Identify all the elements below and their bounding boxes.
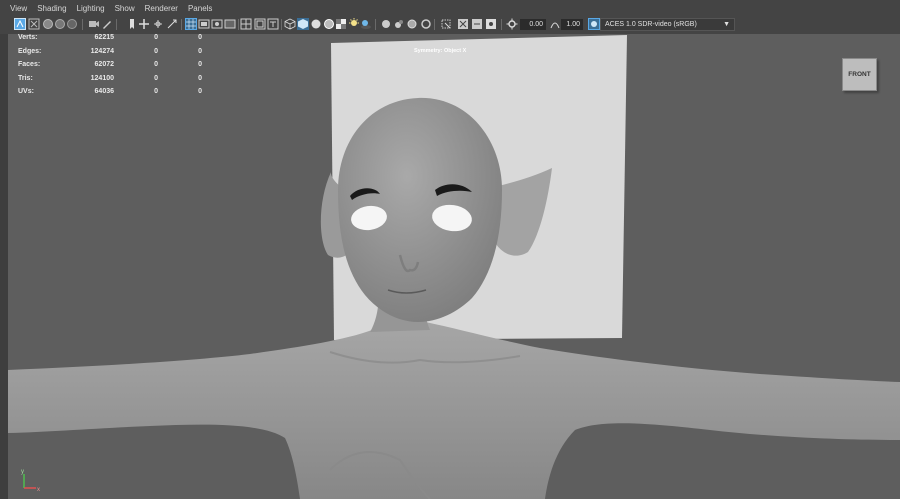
gate-mask-icon[interactable] xyxy=(224,18,236,30)
body-mesh[interactable] xyxy=(8,322,900,499)
wireframe-icon[interactable] xyxy=(284,18,296,30)
2d-pan-zoom-icon[interactable] xyxy=(88,18,100,30)
xray-joints-icon[interactable] xyxy=(471,18,483,30)
viewport-toolbar: 0.00 1.00 ACES 1.0 SDR-video (sRGB) ▼ xyxy=(0,16,900,35)
exposure-icon[interactable] xyxy=(506,18,518,30)
bookmark-icon[interactable] xyxy=(126,18,138,30)
menu-lighting[interactable]: Lighting xyxy=(77,4,105,13)
shadows-icon[interactable] xyxy=(360,18,372,30)
resolution-gate-icon[interactable] xyxy=(211,18,223,30)
textured-icon[interactable] xyxy=(335,18,347,30)
wireframe-on-shaded-icon[interactable] xyxy=(323,18,335,30)
stat-row-verts: Verts: 62215 0 0 xyxy=(18,34,202,41)
stat-row-edges: Edges: 124274 0 0 xyxy=(18,47,202,55)
viewport-menubar: View Shading Lighting Show Renderer Pane… xyxy=(0,0,900,16)
depth-of-field-icon[interactable] xyxy=(420,18,432,30)
image-plane-icon[interactable] xyxy=(66,18,78,30)
smooth-shade-icon[interactable] xyxy=(297,18,309,30)
select-camera-icon[interactable] xyxy=(14,18,26,30)
xray-components-icon[interactable] xyxy=(485,18,497,30)
motion-blur-icon[interactable] xyxy=(393,18,405,30)
stat-row-faces: Faces: 62072 0 0 xyxy=(18,61,202,68)
film-gate-icon[interactable] xyxy=(198,18,210,30)
chevron-down-icon: ▼ xyxy=(723,21,730,28)
lighting-icon[interactable] xyxy=(348,18,360,30)
grid-toggle-icon[interactable] xyxy=(185,18,197,30)
stat-row-tris: Tris: 124100 0 0 xyxy=(18,74,202,82)
screen-space-ao-icon[interactable] xyxy=(380,18,392,30)
menu-panels[interactable]: Panels xyxy=(188,4,212,13)
color-space-dropdown[interactable]: ACES 1.0 SDR-video (sRGB) ▼ xyxy=(600,18,735,31)
poly-count-hud: Verts: 62215 0 0 Edges: 124274 0 0 Faces: 62072… xyxy=(18,34,202,102)
stat-row-uvs: UVs: 64036 0 0 xyxy=(18,88,202,95)
xray-icon[interactable] xyxy=(457,18,469,30)
camera-tumble-icon[interactable] xyxy=(166,18,178,30)
gamma-field[interactable]: 1.00 xyxy=(561,19,583,30)
grease-pencil-icon[interactable] xyxy=(101,18,113,30)
bookmarks-icon[interactable] xyxy=(54,18,66,30)
axis-x-label: x xyxy=(37,487,40,493)
panel-border xyxy=(0,34,8,499)
isolate-select-icon[interactable] xyxy=(440,18,452,30)
gamma-icon[interactable] xyxy=(549,18,561,30)
view-cube[interactable]: FRONT xyxy=(842,58,877,91)
lock-camera-icon[interactable] xyxy=(28,18,40,30)
axis-gizmo-icon: y x xyxy=(21,469,40,493)
symmetry-label: Symmetry: Object X xyxy=(414,48,467,54)
menu-show[interactable]: Show xyxy=(115,4,135,13)
menu-renderer[interactable]: Renderer xyxy=(145,4,178,13)
camera-track-icon[interactable] xyxy=(152,18,164,30)
view-transform-icon[interactable] xyxy=(588,18,600,30)
scene-render xyxy=(8,35,900,499)
default-material-icon[interactable] xyxy=(310,18,322,30)
safe-title-icon[interactable] xyxy=(267,18,279,30)
field-chart-icon[interactable] xyxy=(240,18,252,30)
camera-move-icon[interactable] xyxy=(138,18,150,30)
anti-aliasing-icon[interactable] xyxy=(406,18,418,30)
menu-view[interactable]: View xyxy=(10,4,27,13)
viewport-3d[interactable]: y x xyxy=(8,34,900,499)
axis-y-label: y xyxy=(21,469,24,475)
color-space-label: ACES 1.0 SDR-video (sRGB) xyxy=(605,21,697,28)
menu-shading[interactable]: Shading xyxy=(37,4,66,13)
exposure-field[interactable]: 0.00 xyxy=(520,19,546,30)
camera-attributes-icon[interactable] xyxy=(42,18,54,30)
safe-action-icon[interactable] xyxy=(254,18,266,30)
